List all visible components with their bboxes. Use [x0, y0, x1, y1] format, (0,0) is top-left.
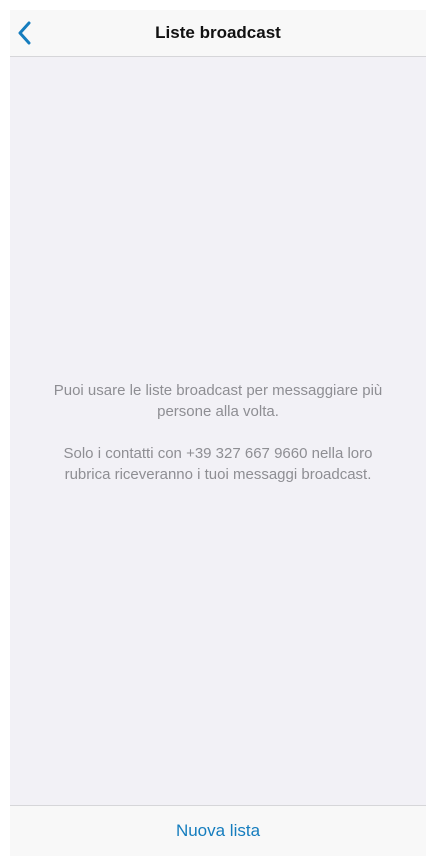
- info-paragraph-2: Solo i contatti con +39 327 667 9660 nel…: [63, 444, 373, 483]
- page-title: Liste broadcast: [155, 23, 281, 42]
- broadcast-lists-page: Liste broadcast Puoi usare le liste broa…: [10, 10, 426, 856]
- bottom-toolbar: Nuova lista: [10, 805, 426, 856]
- info-paragraph-1: Puoi usare le liste broadcast per messag…: [53, 381, 383, 420]
- empty-state-message: Puoi usare le liste broadcast per messag…: [46, 380, 391, 485]
- empty-state: Puoi usare le liste broadcast per messag…: [10, 57, 426, 805]
- back-button[interactable]: [18, 10, 58, 56]
- navigation-bar: Liste broadcast: [10, 10, 426, 57]
- screen: Liste broadcast Puoi usare le liste broa…: [0, 0, 435, 862]
- chevron-left-icon: [18, 21, 32, 45]
- new-list-button[interactable]: Nuova lista: [166, 815, 270, 847]
